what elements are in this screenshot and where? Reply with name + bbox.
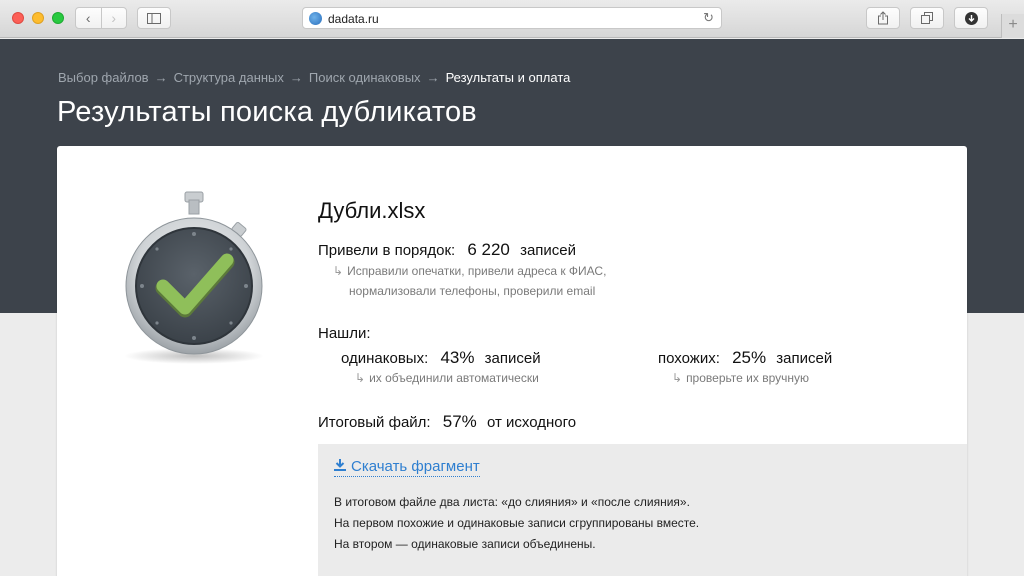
cleaned-note-line2: нормализовали телефоны, проверили email	[349, 284, 596, 298]
cleaned-note: ↳ Исправили опечатки, привели адреса к ФИ…	[333, 264, 606, 278]
return-arrow-icon: ↳	[333, 264, 344, 278]
identical-row: одинаковых: 43% записей	[341, 348, 541, 368]
file-name: Дубли.xlsx	[318, 198, 426, 223]
breadcrumb: Выбор файлов → Структура данных → Поиск один…	[58, 70, 570, 85]
identical-note-text: их объединили автоматически	[369, 371, 539, 385]
similar-value: 25%	[732, 348, 767, 367]
identical-unit: записей	[484, 350, 541, 367]
url-text: dadata.ru	[328, 12, 379, 26]
forward-button[interactable]: ›	[100, 8, 127, 28]
stopwatch-check-icon	[124, 191, 264, 364]
return-arrow-icon: ↳	[672, 371, 683, 385]
back-button[interactable]: ‹	[76, 8, 101, 28]
breadcrumb-item-structure[interactable]: Структура данных	[174, 70, 284, 85]
cleaned-unit: записей	[520, 242, 577, 259]
download-info-line3: На втором — одинаковые записи объединены…	[334, 537, 596, 551]
download-arrow-icon	[334, 459, 346, 471]
cleaned-note-line1: Исправили опечатки, привели адреса к ФИА…	[347, 264, 607, 278]
address-bar[interactable]: dadata.ru ↻	[302, 7, 722, 29]
reload-icon[interactable]: ↻	[703, 10, 714, 26]
total-unit: от исходного	[486, 414, 577, 431]
found-label: Нашли:	[318, 325, 371, 342]
download-panel: Скачать фрагмент В итоговом файле два ли…	[318, 444, 967, 576]
total-value: 57%	[442, 412, 477, 431]
new-tab-button[interactable]: +	[1001, 14, 1024, 38]
results-card: Дубли.xlsx Привели в порядок: 6 220 запи…	[57, 146, 967, 576]
breadcrumb-arrow: →	[289, 70, 303, 85]
identical-value: 43%	[440, 348, 475, 367]
close-window-button[interactable]	[12, 12, 24, 24]
return-arrow-icon: ↳	[355, 371, 366, 385]
breadcrumb-item-files[interactable]: Выбор файлов	[58, 70, 149, 85]
minimize-window-button[interactable]	[32, 12, 44, 24]
download-info-line2: На первом похожие и одинаковые записи сг…	[334, 516, 700, 530]
total-label: Итоговый файл:	[318, 414, 431, 431]
downloads-button[interactable]	[954, 7, 988, 29]
tabs-overview-button[interactable]	[910, 7, 944, 29]
share-button[interactable]	[866, 7, 900, 29]
similar-unit: записей	[776, 350, 833, 367]
page-title: Результаты поиска дубликатов	[57, 96, 477, 128]
zoom-window-button[interactable]	[52, 12, 64, 24]
cleaned-row: Привели в порядок: 6 220 записей	[318, 240, 576, 260]
download-info-line1: В итоговом файле два листа: «до слияния»…	[334, 495, 690, 509]
identical-note: ↳ их объединили автоматически	[355, 371, 539, 385]
similar-label: похожих:	[658, 350, 720, 367]
download-icon	[964, 11, 978, 25]
sidebar-icon	[147, 12, 161, 24]
cleaned-label: Привели в порядок:	[318, 242, 456, 259]
total-row: Итоговый файл: 57% от исходного	[318, 412, 576, 432]
breadcrumb-arrow: →	[426, 70, 440, 85]
breadcrumb-item-search[interactable]: Поиск одинаковых	[309, 70, 421, 85]
browser-toolbar: ‹ › dadata.ru ↻ +	[0, 0, 1024, 38]
share-icon	[878, 11, 888, 25]
similar-note: ↳ проверьте их вручную	[672, 371, 809, 385]
download-sample-label[interactable]: Скачать фрагмент	[351, 458, 480, 475]
breadcrumb-arrow: →	[154, 70, 168, 85]
identical-label: одинаковых:	[341, 350, 429, 367]
similar-row: похожих: 25% записей	[658, 348, 832, 368]
breadcrumb-item-results: Результаты и оплата	[445, 70, 571, 85]
globe-icon	[309, 12, 322, 25]
similar-note-text: проверьте их вручную	[686, 371, 810, 385]
history-nav: ‹ ›	[75, 7, 127, 29]
sidebar-button[interactable]	[137, 7, 171, 29]
tabs-icon	[921, 12, 933, 24]
download-sample-link[interactable]: Скачать фрагмент	[334, 458, 480, 477]
cleaned-value: 6 220	[467, 240, 510, 259]
